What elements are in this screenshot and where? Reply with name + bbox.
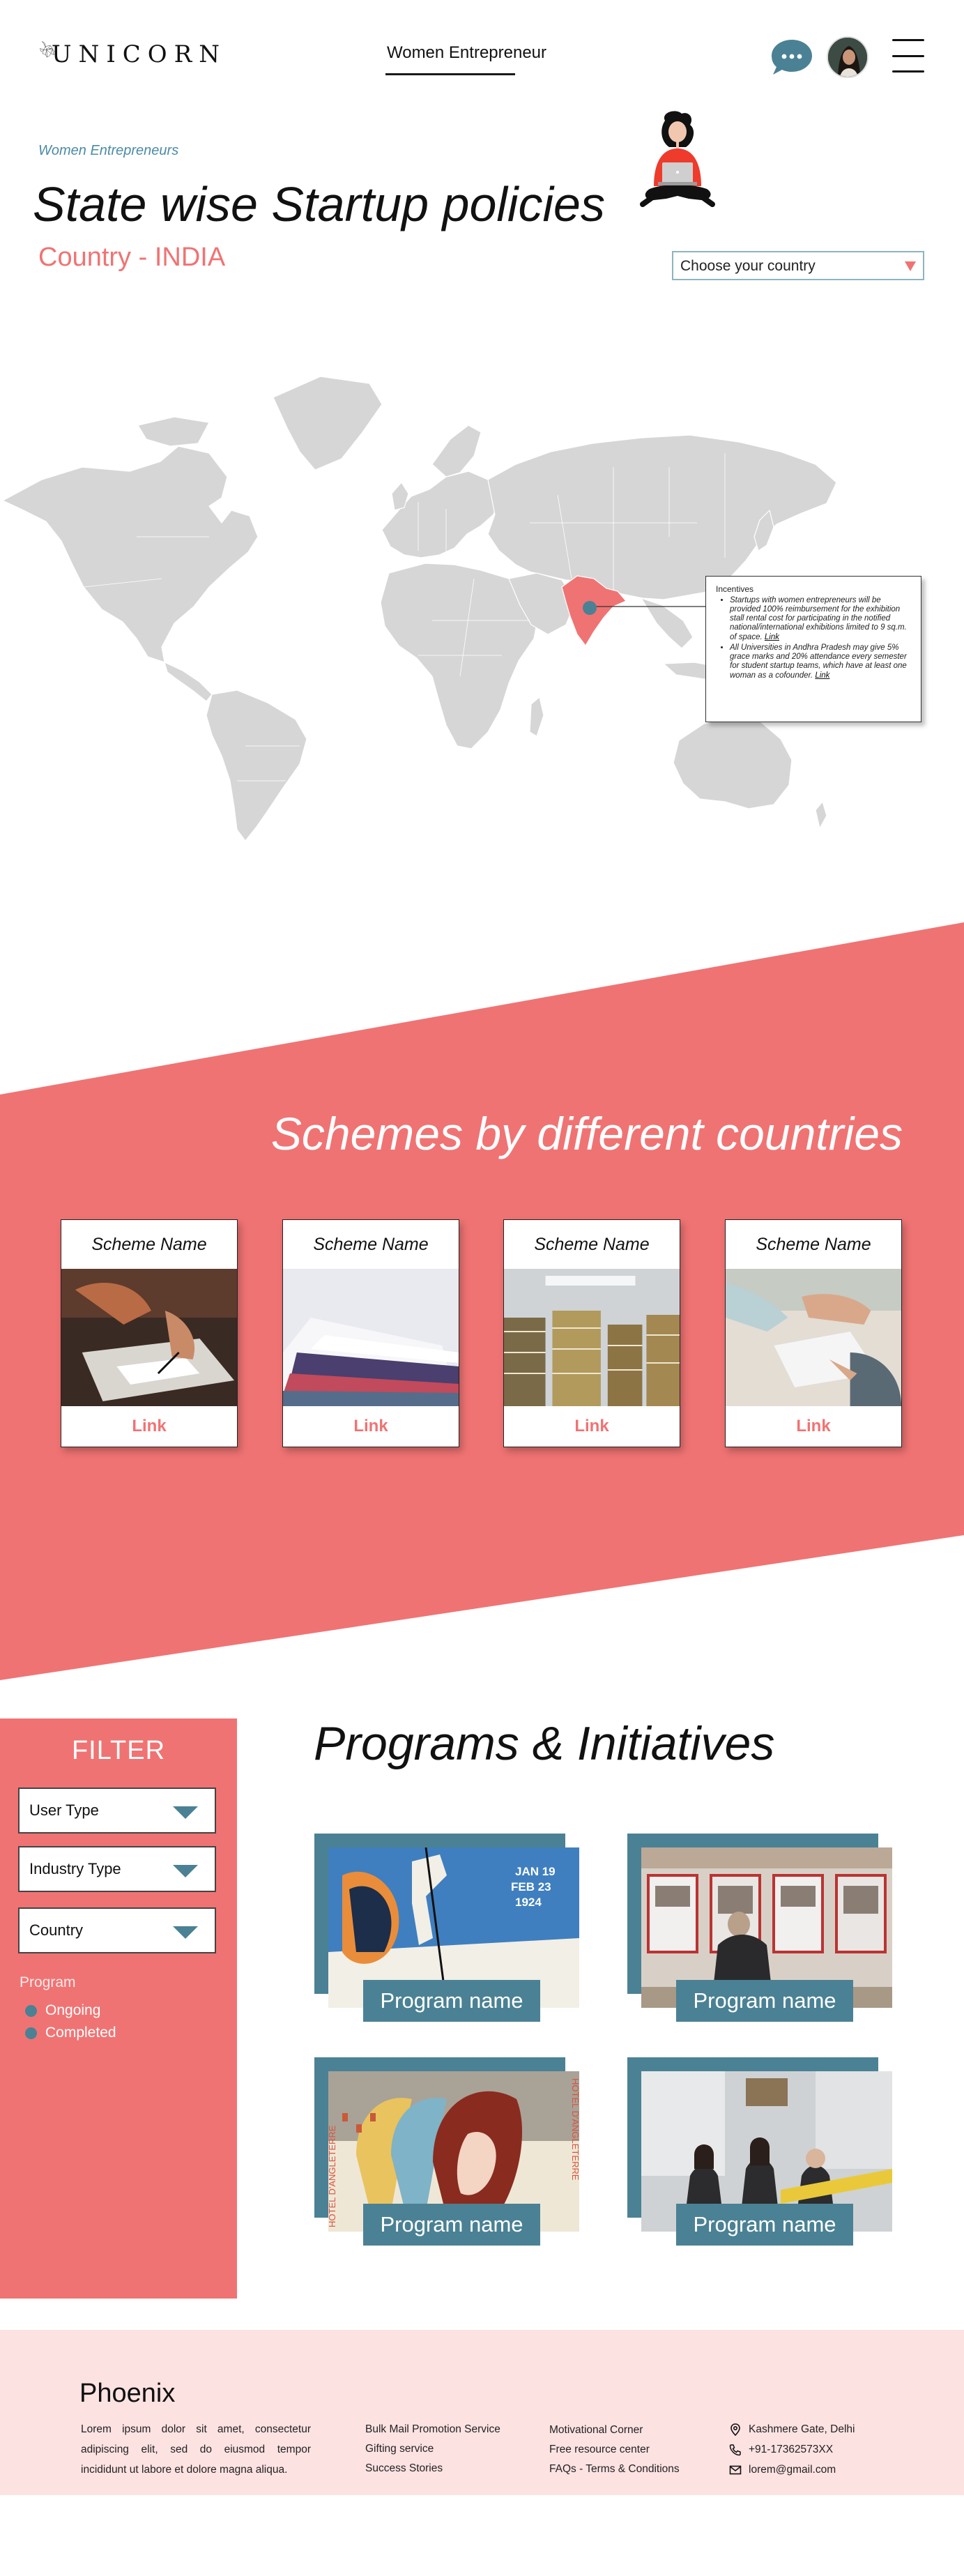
region-greenland — [273, 376, 383, 471]
scheme-card[interactable]: Scheme Name Link — [282, 1219, 459, 1447]
country-label: Country - INDIA — [38, 243, 226, 272]
radio-ongoing[interactable]: Ongoing — [25, 2002, 100, 2019]
section-eyebrow: Women Entrepreneurs — [38, 143, 179, 158]
radio-dot-icon — [25, 2027, 37, 2039]
scheme-name: Scheme Name — [313, 1234, 429, 1254]
brand-logo[interactable]: UNICORN — [38, 20, 227, 79]
radio-completed[interactable]: Completed — [25, 2025, 116, 2041]
scheme-card[interactable]: Scheme Name Link — [61, 1219, 238, 1447]
tooltip-heading: Incentives — [716, 584, 754, 594]
nav-active-underline — [385, 73, 515, 75]
dropdown-triangle-icon — [173, 1926, 198, 1939]
user-avatar[interactable] — [827, 36, 869, 78]
scheme-link[interactable]: Link — [283, 1406, 459, 1447]
footer-link[interactable]: Free resource center — [549, 2440, 680, 2460]
program-card[interactable]: Program name — [627, 1834, 892, 2022]
avatar-portrait-icon — [828, 38, 867, 77]
scheme-link[interactable]: Link — [726, 1406, 901, 1447]
page-title: State wise Startup policies — [33, 177, 605, 231]
mail-icon — [729, 2465, 742, 2474]
incentive-link[interactable]: Link — [765, 633, 779, 641]
region-new-zealand — [815, 801, 827, 829]
footer-link[interactable]: Success Stories — [365, 2459, 500, 2478]
incentive-item: Startups with women entrepreneurs will b… — [730, 596, 911, 642]
incentives-tooltip: Incentives Startups with women entrepren… — [705, 576, 921, 722]
region-central-america — [164, 662, 213, 702]
region-south-america — [206, 689, 307, 841]
poster-date-1: JAN 19 — [515, 1865, 556, 1878]
region-north-america — [2, 445, 259, 663]
incentives-list: Startups with women entrepreneurs will b… — [716, 596, 911, 680]
footer-brand: Phoenix — [79, 2379, 176, 2408]
scheme-card[interactable]: Scheme Name Link — [503, 1219, 680, 1447]
hamburger-menu-icon[interactable] — [892, 39, 924, 73]
india-marker[interactable] — [583, 601, 597, 615]
region-australia — [673, 715, 793, 809]
poster-year: 1924 — [515, 1896, 542, 1909]
scheme-name: Scheme Name — [534, 1234, 650, 1254]
footer-description: Lorem ipsum dolor sit amet, consectetur … — [81, 2423, 311, 2476]
scheme-link[interactable]: Link — [61, 1406, 237, 1447]
program-name: Program name — [363, 2204, 540, 2246]
country-select[interactable]: Choose your country — [672, 251, 924, 280]
program-name: Program name — [676, 2204, 853, 2246]
program-filter-label: Program — [20, 1974, 76, 1990]
scheme-card[interactable]: Scheme Name Link — [725, 1219, 902, 1447]
program-card[interactable]: Program name — [627, 2057, 892, 2246]
footer-links-resources: Motivational Corner Free resource center… — [549, 2421, 680, 2479]
schemes-title: Schemes by different countries — [270, 1108, 903, 1159]
country-select-value: Choose your country — [680, 258, 816, 274]
country-dropdown[interactable]: Country — [18, 1907, 216, 1953]
programs-title: Programs & Initiatives — [314, 1717, 775, 1770]
program-card[interactable]: HOTEL D'ANGLETERRE HOTEL D'ANGLETERRE Pr… — [314, 2057, 579, 2246]
footer-link[interactable]: FAQs - Terms & Conditions — [549, 2460, 680, 2479]
scheme-image-signing — [61, 1269, 237, 1406]
dropdown-triangle-icon — [173, 1865, 198, 1877]
incentive-link[interactable]: Link — [815, 671, 829, 680]
poster-side-text-left: HOTEL D'ANGLETERRE — [328, 2125, 337, 2227]
scheme-image-file-stacks — [504, 1269, 680, 1406]
scheme-image-meeting — [726, 1269, 901, 1406]
contact-email[interactable]: lorem@gmail.com — [729, 2460, 855, 2480]
region-arctic-islands — [137, 416, 210, 447]
scheme-name: Scheme Name — [91, 1234, 207, 1254]
user-type-dropdown[interactable]: User Type — [18, 1788, 216, 1834]
region-southeast-asia — [641, 597, 694, 649]
poster-date-2: FEB 23 — [511, 1880, 551, 1893]
phone-icon — [729, 2444, 741, 2455]
program-name: Program name — [676, 1980, 853, 2022]
footer-contact: Kashmere Gate, Delhi +91-17362573XX lore… — [729, 2419, 855, 2480]
location-pin-icon — [730, 2423, 740, 2436]
footer-link[interactable]: Gifting service — [365, 2439, 500, 2459]
region-madagascar — [529, 696, 544, 737]
incentive-item: All Universities in Andhra Pradesh may g… — [730, 643, 911, 680]
program-name: Program name — [363, 1980, 540, 2022]
industry-type-dropdown[interactable]: Industry Type — [18, 1846, 216, 1892]
woman-laptop-illustration — [640, 111, 715, 207]
chat-bubble-icon[interactable] — [770, 38, 813, 76]
footer-link[interactable]: Bulk Mail Promotion Service — [365, 2420, 500, 2439]
footer-link[interactable]: Motivational Corner — [549, 2421, 680, 2440]
filter-title: FILTER — [71, 1736, 166, 1765]
footer-links-services: Bulk Mail Promotion Service Gifting serv… — [365, 2420, 500, 2478]
dropdown-caret-icon — [905, 261, 916, 271]
scheme-image-papers — [283, 1269, 459, 1406]
dropdown-triangle-icon — [173, 1806, 198, 1819]
contact-phone[interactable]: +91-17362573XX — [729, 2439, 855, 2460]
program-card[interactable]: JAN 19 FEB 23 1924 Program name — [314, 1834, 579, 2022]
nav-women-entrepreneur[interactable]: Women Entrepreneur — [387, 43, 546, 63]
poster-side-text-right: HOTEL D'ANGLETERRE — [570, 2078, 579, 2181]
brand-name: UNICORN — [51, 40, 227, 68]
scheme-name: Scheme Name — [756, 1234, 871, 1254]
radio-dot-icon — [25, 2004, 37, 2017]
region-scandinavia — [431, 425, 482, 478]
contact-address: Kashmere Gate, Delhi — [729, 2419, 855, 2439]
scheme-link[interactable]: Link — [504, 1406, 680, 1447]
